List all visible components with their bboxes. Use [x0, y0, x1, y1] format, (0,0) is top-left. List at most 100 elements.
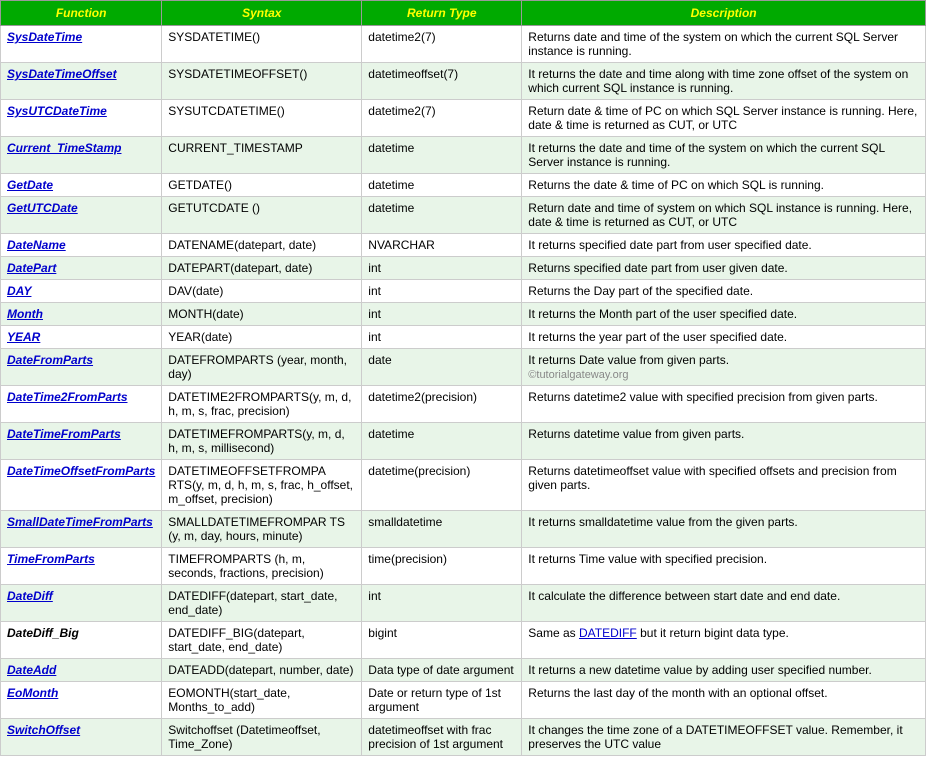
description-cell: It returns the date and time along with … [522, 63, 926, 100]
return-type-cell: NVARCHAR [362, 234, 522, 257]
description-cell: Returns datetimeoffset value with specif… [522, 460, 926, 511]
table-row: Month MONTH(date)intIt returns the Month … [1, 303, 926, 326]
table-row: TimeFromParts TIMEFROMPARTS (h, m, second… [1, 548, 926, 585]
function-link[interactable]: SwitchOffset [7, 723, 80, 737]
header-syntax: Syntax [162, 1, 362, 26]
return-type-cell: date [362, 349, 522, 386]
header-return-type: Return Type [362, 1, 522, 26]
return-type-cell: int [362, 280, 522, 303]
function-link[interactable]: DateTimeFromParts [7, 427, 121, 441]
syntax-cell: TIMEFROMPARTS (h, m, seconds, fractions,… [162, 548, 362, 585]
table-row: DateName DATENAME(datepart, date)NVARCHAR… [1, 234, 926, 257]
description-cell: It returns the year part of the user spe… [522, 326, 926, 349]
table-row: Current_TimeStamp CURRENT_TIMESTAMPdateti… [1, 137, 926, 174]
function-cell: SysDateTimeOffset [1, 63, 162, 100]
syntax-cell: SYSDATETIME() [162, 26, 362, 63]
return-type-cell: datetime [362, 174, 522, 197]
description-cell: It returns Time value with specified pre… [522, 548, 926, 585]
return-type-cell: datetime2(7) [362, 100, 522, 137]
description-cell: It returns the Month part of the user sp… [522, 303, 926, 326]
function-cell: YEAR [1, 326, 162, 349]
syntax-cell: DATENAME(datepart, date) [162, 234, 362, 257]
table-row: SysUTCDateTime SYSUTCDATETIME()datetime2(… [1, 100, 926, 137]
table-row: DateTimeFromParts DATETIMEFROMPARTS(y, m,… [1, 423, 926, 460]
syntax-cell: DATEADD(datepart, number, date) [162, 659, 362, 682]
function-cell: DateFromParts [1, 349, 162, 386]
return-type-cell: datetime [362, 197, 522, 234]
table-row: GetDateGETDATE()datetimeReturns the date… [1, 174, 926, 197]
description-cell: Return date & time of PC on which SQL Se… [522, 100, 926, 137]
return-type-cell: Data type of date argument [362, 659, 522, 682]
syntax-cell: GETUTCDATE () [162, 197, 362, 234]
function-link[interactable]: DateTime2FromParts [7, 390, 128, 404]
description-cell: Same as DATEDIFF but it return bigint da… [522, 622, 926, 659]
function-cell: DatePart [1, 257, 162, 280]
function-link[interactable]: DateFromParts [7, 353, 93, 367]
function-link[interactable]: DateTimeOffsetFromParts [7, 464, 155, 478]
description-cell: Returns the date & time of PC on which S… [522, 174, 926, 197]
function-link[interactable]: YEAR [7, 330, 40, 344]
return-type-cell: int [362, 303, 522, 326]
header-function: Function [1, 1, 162, 26]
function-link[interactable]: SysUTCDateTime [7, 104, 107, 118]
return-type-cell: datetimeoffset with frac precision of 1s… [362, 719, 522, 756]
return-type-cell: bigint [362, 622, 522, 659]
function-cell: Current_TimeStamp [1, 137, 162, 174]
function-link[interactable]: GetDate [7, 178, 53, 192]
table-row: GetUTCDateGETUTCDATE ()datetimeReturn da… [1, 197, 926, 234]
function-cell: DateTimeOffsetFromParts [1, 460, 162, 511]
table-row: YEARYEAR(date)intIt returns the year par… [1, 326, 926, 349]
syntax-cell: SYSUTCDATETIME() [162, 100, 362, 137]
description-cell: It returns a new datetime value by addin… [522, 659, 926, 682]
function-link[interactable]: SysDateTime [7, 30, 82, 44]
table-row: SysDateTimeOffsetSYSDATETIMEOFFSET()date… [1, 63, 926, 100]
table-row: DAYDAV(date)intReturns the Day part of t… [1, 280, 926, 303]
datediff-reference-link[interactable]: DATEDIFF [579, 626, 637, 640]
function-link[interactable]: SmallDateTimeFromParts [7, 515, 153, 529]
function-link[interactable]: TimeFromParts [7, 552, 95, 566]
function-cell: DateDiff_Big [1, 622, 162, 659]
function-cell: DateDiff [1, 585, 162, 622]
function-link[interactable]: DateName [7, 238, 66, 252]
return-type-cell: int [362, 585, 522, 622]
function-cell: DAY [1, 280, 162, 303]
table-row: SwitchOffset Switchoffset (Datetimeoffset… [1, 719, 926, 756]
table-row: DatePartDATEPART(datepart, date)intRetur… [1, 257, 926, 280]
function-cell: SwitchOffset [1, 719, 162, 756]
function-link[interactable]: DateAdd [7, 663, 56, 677]
return-type-cell: datetime2(precision) [362, 386, 522, 423]
table-row: DateAdd DATEADD(datepart, number, date)Da… [1, 659, 926, 682]
function-link[interactable]: Current_TimeStamp [7, 141, 121, 155]
function-link[interactable]: DAY [7, 284, 31, 298]
table-row: DateFromParts DATEFROMPARTS (year, month,… [1, 349, 926, 386]
function-link[interactable]: EoMonth [7, 686, 58, 700]
description-cell: Returns datetime value from given parts. [522, 423, 926, 460]
syntax-cell: DATETIMEFROMPARTS(y, m, d, h, m, s, mill… [162, 423, 362, 460]
syntax-cell: DATEFROMPARTS (year, month, day) [162, 349, 362, 386]
table-row: EoMonth EOMONTH(start_date, Months_to_add… [1, 682, 926, 719]
function-link[interactable]: Month [7, 307, 43, 321]
return-type-cell: datetime [362, 137, 522, 174]
description-cell: It changes the time zone of a DATETIMEOF… [522, 719, 926, 756]
description-cell: It returns specified date part from user… [522, 234, 926, 257]
syntax-cell: YEAR(date) [162, 326, 362, 349]
description-cell: Returns specified date part from user gi… [522, 257, 926, 280]
function-link[interactable]: SysDateTimeOffset [7, 67, 117, 81]
description-cell: Returns the Day part of the specified da… [522, 280, 926, 303]
syntax-cell: MONTH(date) [162, 303, 362, 326]
function-cell: GetUTCDate [1, 197, 162, 234]
function-link[interactable]: GetUTCDate [7, 201, 78, 215]
syntax-cell: DATEDIFF_BIG(datepart, start_date, end_d… [162, 622, 362, 659]
function-link[interactable]: DatePart [7, 261, 56, 275]
table-row: DateDiff_BigDATEDIFF_BIG(datepart, start… [1, 622, 926, 659]
syntax-cell: EOMONTH(start_date, Months_to_add) [162, 682, 362, 719]
syntax-cell: CURRENT_TIMESTAMP [162, 137, 362, 174]
description-cell: It returns the date and time of the syst… [522, 137, 926, 174]
description-cell: Returns the last day of the month with a… [522, 682, 926, 719]
return-type-cell: time(precision) [362, 548, 522, 585]
table-row: DateDiffDATEDIFF(datepart, start_date, e… [1, 585, 926, 622]
function-link[interactable]: DateDiff [7, 589, 53, 603]
syntax-cell: SYSDATETIMEOFFSET() [162, 63, 362, 100]
description-cell: It calculate the difference between star… [522, 585, 926, 622]
syntax-cell: Switchoffset (Datetimeoffset, Time_Zone) [162, 719, 362, 756]
